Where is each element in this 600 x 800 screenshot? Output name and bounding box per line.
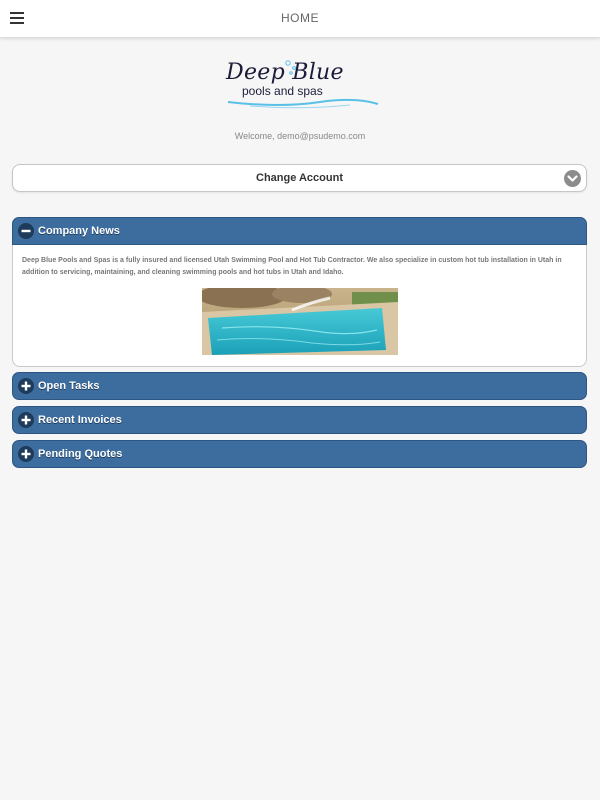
company-news-label: Company News bbox=[38, 225, 120, 237]
swimming-pool-photo bbox=[202, 288, 398, 355]
company-news-body: Deep Blue Pools and Spas is a fully insu… bbox=[12, 245, 587, 367]
recent-invoices-section: Recent Invoices bbox=[12, 406, 587, 434]
plus-icon bbox=[18, 412, 34, 428]
company-logo: Deep Blue pools and spas bbox=[220, 56, 385, 116]
logo-subtitle: pools and spas bbox=[242, 84, 323, 98]
recent-invoices-label: Recent Invoices bbox=[38, 414, 122, 426]
company-news-text: Deep Blue Pools and Spas is a fully insu… bbox=[22, 257, 562, 276]
change-account-label: Change Account bbox=[256, 172, 343, 184]
change-account-select[interactable]: Change Account bbox=[12, 164, 587, 192]
plus-icon bbox=[18, 378, 34, 394]
open-tasks-label: Open Tasks bbox=[38, 380, 100, 392]
pending-quotes-header[interactable]: Pending Quotes bbox=[12, 440, 587, 468]
chevron-down-icon bbox=[564, 170, 581, 187]
pending-quotes-label: Pending Quotes bbox=[38, 448, 123, 460]
company-news-header[interactable]: Company News bbox=[12, 217, 587, 245]
page-title: HOME bbox=[281, 11, 319, 25]
company-news-section: Company News Deep Blue Pools and Spas is… bbox=[12, 217, 587, 367]
minus-icon bbox=[18, 223, 34, 239]
top-bar: HOME bbox=[0, 0, 600, 38]
open-tasks-header[interactable]: Open Tasks bbox=[12, 372, 587, 400]
plus-icon bbox=[18, 446, 34, 462]
open-tasks-section: Open Tasks bbox=[12, 372, 587, 400]
pending-quotes-section: Pending Quotes bbox=[12, 440, 587, 468]
recent-invoices-header[interactable]: Recent Invoices bbox=[12, 406, 587, 434]
welcome-message: Welcome, demo@psudemo.com bbox=[234, 131, 366, 141]
logo-title: Deep Blue bbox=[226, 60, 344, 85]
